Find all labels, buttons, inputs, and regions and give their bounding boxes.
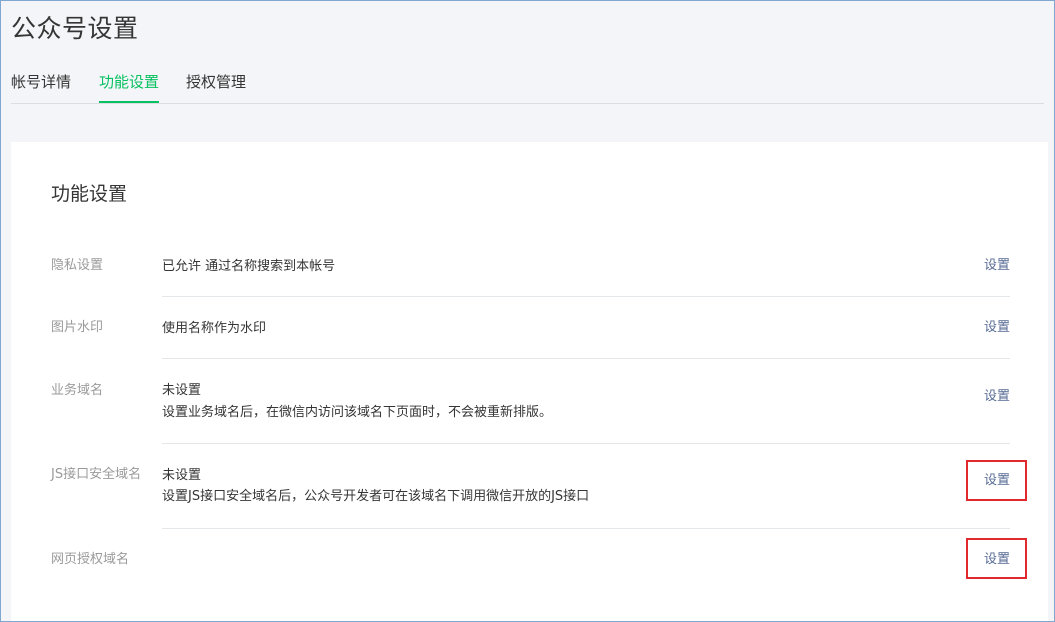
highlight-box (966, 538, 1027, 579)
settings-row-business-domain: 业务域名 未设置 设置业务域名后，在微信内访问该域名下页面时，不会被重新排版。 … (51, 359, 1010, 444)
tab-bar: 帐号详情 功能设置 授权管理 (11, 69, 1044, 104)
settings-row-privacy: 隐私设置 已允许 通过名称搜索到本帐号 设置 (51, 234, 1010, 297)
row-description: 设置JS接口安全域名后，公众号开发者可在该域名下调用微信开放的JS接口 (162, 489, 590, 504)
tab-authorization-management[interactable]: 授权管理 (186, 69, 246, 95)
row-label: 业务域名 (51, 383, 104, 398)
tab-account-details[interactable]: 帐号详情 (11, 69, 71, 95)
row-label: 隐私设置 (51, 258, 104, 273)
business-domain-settings-link[interactable]: 设置 (984, 387, 1010, 407)
settings-row-web-auth-domain: 网页授权域名 设置 (51, 529, 1010, 591)
tab-feature-settings[interactable]: 功能设置 (99, 69, 160, 103)
page-title: 公众号设置 (11, 14, 139, 43)
row-label: 网页授权域名 (51, 552, 130, 567)
privacy-settings-link[interactable]: 设置 (984, 256, 1010, 276)
row-value: 未设置 (162, 468, 202, 483)
watermark-settings-link[interactable]: 设置 (984, 318, 1010, 338)
settings-row-image-watermark: 图片水印 使用名称作为水印 设置 (51, 297, 1010, 359)
row-description: 设置业务域名后，在微信内访问该域名下页面时，不会被重新排版。 (162, 405, 553, 420)
row-value: 未设置 (162, 383, 202, 398)
row-value: 使用名称作为水印 (162, 321, 267, 336)
section-title: 功能设置 (51, 183, 128, 205)
app-frame: 公众号设置 帐号详情 功能设置 授权管理 功能设置 隐私设置 已允许 通过名称搜… (0, 0, 1055, 622)
settings-row-js-safe-domain: JS接口安全域名 未设置 设置JS接口安全域名后，公众号开发者可在该域名下调用微… (51, 444, 1010, 529)
highlight-box (966, 460, 1027, 501)
row-value: 已允许 通过名称搜索到本帐号 (162, 259, 336, 274)
row-label: 图片水印 (51, 320, 104, 335)
settings-card: 功能设置 隐私设置 已允许 通过名称搜索到本帐号 设置 图片水印 使用名称作为水… (11, 142, 1048, 621)
row-label: JS接口安全域名 (51, 467, 142, 482)
